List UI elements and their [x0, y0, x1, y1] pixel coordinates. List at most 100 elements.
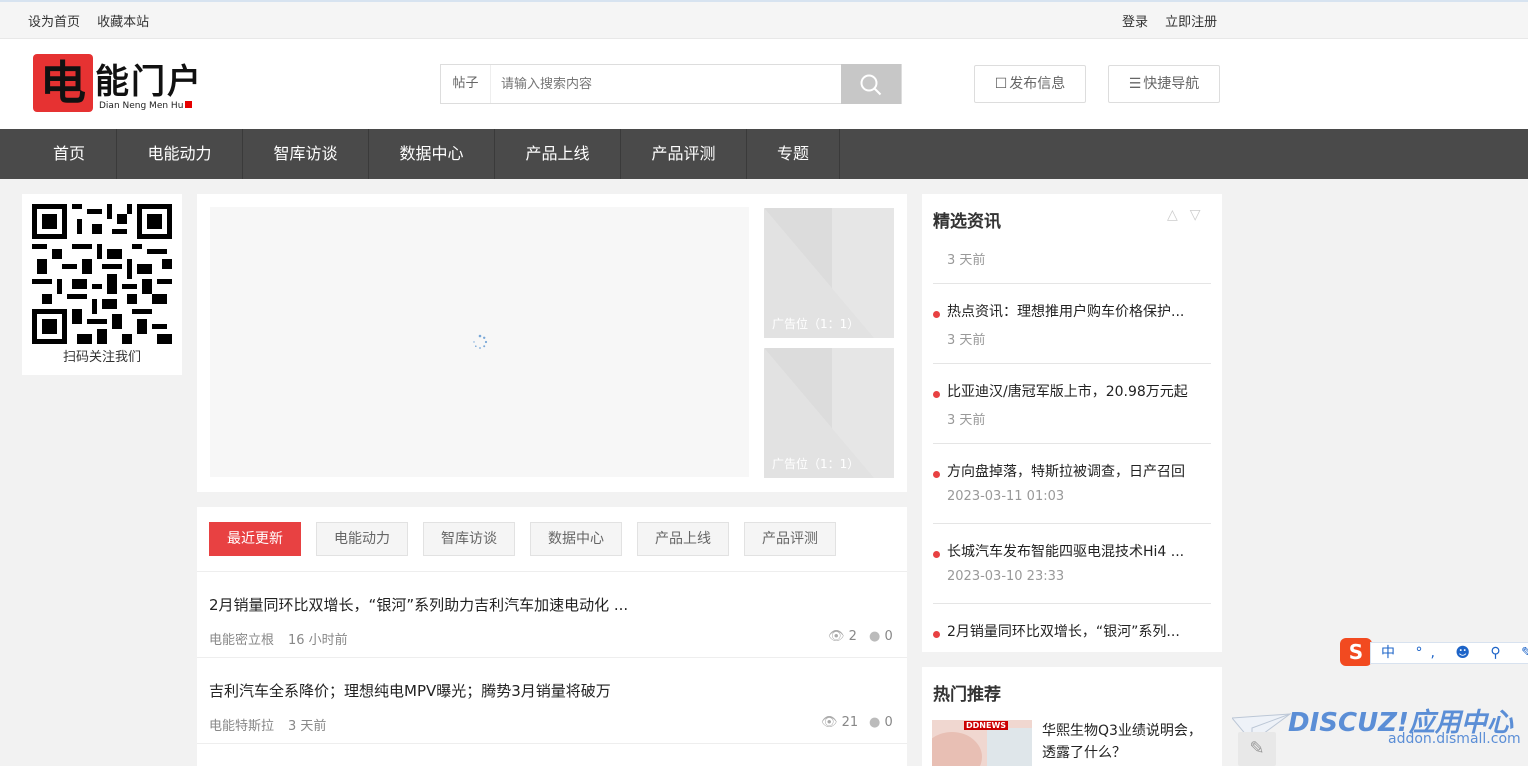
views-count: 21	[841, 715, 859, 730]
search-box: 帖子	[440, 64, 902, 104]
nav-item-products[interactable]: 产品上线	[495, 129, 621, 179]
tab-power[interactable]: 电能动力	[316, 522, 408, 556]
register-link[interactable]: 立即注册	[1165, 15, 1217, 30]
ad-label: 广告位（1：1）	[772, 317, 860, 331]
discuz-watermark: DISCUZ!应用中心 addon.dismall.com ✎	[1232, 700, 1528, 766]
hot-title[interactable]: 华熙生物Q3业绩说明会，透露了什么？	[1042, 720, 1202, 764]
banner-slider: 广告位（1：1） 广告位（1：1）	[197, 194, 907, 492]
qr-card: 扫码关注我们	[22, 194, 182, 375]
thumbnail-device	[987, 728, 1032, 766]
nav-item-topics[interactable]: 专题	[747, 129, 840, 179]
discuz-url: addon.dismall.com	[1388, 731, 1521, 747]
nav-item-power[interactable]: 电能动力	[117, 129, 243, 179]
news-title[interactable]: 2月销量同环比双增长，“银河”系列...	[947, 621, 1180, 641]
tab-products[interactable]: 产品上线	[637, 522, 729, 556]
article-views: 👁 2	[828, 629, 857, 644]
ime-icon-bar[interactable]: 中 °, ☻ ⚲ ✎ ▦ ♣	[1370, 642, 1528, 664]
article-author[interactable]: 电能密立根	[209, 629, 274, 648]
list-item: 3 天前	[933, 204, 1211, 284]
news-title[interactable]: 方向盘掉落，特斯拉被调查，日产召回	[947, 461, 1185, 481]
news-date: 3 天前	[947, 333, 986, 348]
ad-slot-1[interactable]: 广告位（1：1）	[764, 208, 894, 338]
news-title[interactable]: 比亚迪汉/唐冠军版上市，20.98万元起	[947, 381, 1188, 401]
logo-text: 能门户	[95, 62, 203, 102]
comment-icon: ●	[869, 629, 881, 644]
search-input[interactable]	[492, 65, 842, 103]
nav-item-reviews[interactable]: 产品评测	[621, 129, 747, 179]
list-item: 热点资讯：理想推用户购车价格保护... 3 天前	[933, 284, 1211, 364]
logo-subtitle-text: Dian Neng Men Hu	[99, 101, 184, 111]
bullet-dot	[933, 391, 940, 398]
loading-spinner-icon	[473, 334, 488, 349]
hot-recommend-panel: 热门推荐 DDNEWS 华熙生物Q3业绩说明会，透露了什么？	[922, 667, 1222, 766]
views-count: 2	[848, 629, 857, 644]
ad-label: 广告位（1：1）	[772, 457, 860, 471]
thumbnail-badge: DDNEWS	[964, 721, 1009, 730]
nav-item-data[interactable]: 数据中心	[369, 129, 495, 179]
ime-toolbar: S 中 °, ☻ ⚲ ✎ ▦ ♣	[1340, 638, 1528, 668]
top-accent-line	[0, 0, 1528, 2]
news-date: 3 天前	[947, 413, 986, 428]
set-home-link[interactable]: 设为首页	[28, 15, 80, 30]
comments-count: 0	[884, 715, 893, 730]
edit-icon: ☐	[994, 76, 1008, 92]
tab-interviews[interactable]: 智库访谈	[423, 522, 515, 556]
top-bar: 设为首页 收藏本站 登录 立即注册	[0, 0, 1528, 39]
eye-icon: 👁	[821, 715, 838, 730]
bullet-dot	[933, 631, 940, 638]
ad-slot-2[interactable]: 广告位（1：1）	[764, 348, 894, 478]
header: 电 能门户 Dian Neng Men Hu 帖子 ☐发布信息 ☰快捷导航	[0, 39, 1528, 129]
category-tabs: 最近更新 电能动力 智库访谈 数据中心 产品上线 产品评测	[197, 507, 907, 572]
logo-mark: 电	[33, 54, 93, 112]
eye-icon: 👁	[828, 629, 845, 644]
main-nav: 首页 电能动力 智库访谈 数据中心 产品上线 产品评测 专题	[0, 129, 1528, 179]
floating-edit-icon[interactable]: ✎	[1238, 732, 1276, 766]
bookmark-link[interactable]: 收藏本站	[97, 15, 149, 30]
article-title[interactable]: 吉利汽车全系降价；理想纯电MPV曝光；腾势3月销量将破万	[209, 680, 611, 701]
news-title[interactable]: 长城汽车发布智能四驱电混技术Hi4 ...	[947, 541, 1184, 561]
news-date: 2023-03-11 01:03	[947, 489, 1065, 504]
featured-news-panel: 精选资讯 △▽ 3 天前 热点资讯：理想推用户购车价格保护... 3 天前 比亚…	[922, 194, 1222, 652]
qr-caption: 扫码关注我们	[62, 350, 141, 365]
bullet-dot	[933, 551, 940, 558]
article-comments: ● 0	[869, 629, 893, 644]
hot-thumbnail[interactable]: DDNEWS	[932, 720, 1032, 766]
bullet-dot	[933, 471, 940, 478]
list-item: 比亚迪汉/唐冠军版上市，20.98万元起 3 天前	[933, 364, 1211, 444]
article-comments: ● 0	[869, 715, 893, 730]
news-title[interactable]: 热点资讯：理想推用户购车价格保护...	[947, 301, 1184, 321]
article-list-panel: 最近更新 电能动力 智库访谈 数据中心 产品上线 产品评测 2月销量同环比双增长…	[197, 507, 907, 766]
comment-icon: ●	[869, 715, 881, 730]
news-date: 3 天前	[947, 253, 986, 268]
article-time: 16 小时前	[288, 633, 348, 648]
list-item: 2月销量同环比双增长，“银河”系列助力吉利汽车加速电动化 ... 电能密立根 1…	[197, 572, 907, 658]
hot-heading: 热门推荐	[933, 685, 1001, 705]
list-item: 长城汽车发布智能四驱电混技术Hi4 ... 2023-03-10 23:33	[933, 524, 1211, 604]
quick-nav-button[interactable]: ☰ 快捷导航	[1108, 65, 1220, 103]
nav-item-home[interactable]: 首页	[22, 129, 117, 179]
qr-code	[32, 204, 172, 344]
article-author[interactable]: 电能特斯拉	[209, 715, 274, 734]
article-title[interactable]: 2月销量同环比双增长，“银河”系列助力吉利汽车加速电动化 ...	[209, 594, 628, 615]
sogou-logo-icon[interactable]: S	[1340, 638, 1372, 666]
search-type-select[interactable]: 帖子	[441, 65, 491, 103]
publish-button[interactable]: ☐ 发布信息	[974, 65, 1086, 103]
publish-label: 发布信息	[1009, 76, 1066, 92]
search-icon	[860, 74, 882, 96]
tab-recent[interactable]: 最近更新	[209, 522, 301, 556]
news-date: 2023-03-10 23:33	[947, 569, 1065, 584]
tab-data[interactable]: 数据中心	[530, 522, 622, 556]
article-views: 👁 21	[821, 715, 858, 730]
search-button[interactable]	[841, 64, 901, 104]
login-link[interactable]: 登录	[1122, 15, 1148, 30]
logo-subtitle: Dian Neng Men Hu	[99, 101, 193, 111]
list-item: 吉利汽车全系降价；理想纯电MPV曝光；腾势3月销量将破万 电能特斯拉 3 天前 …	[197, 658, 907, 744]
list-icon: ☰	[1128, 76, 1142, 92]
quick-nav-label: 快捷导航	[1143, 76, 1200, 92]
comments-count: 0	[884, 629, 893, 644]
article-time: 3 天前	[288, 719, 327, 734]
tab-reviews[interactable]: 产品评测	[744, 522, 836, 556]
site-logo[interactable]: 电 能门户 Dian Neng Men Hu	[33, 54, 208, 116]
main-banner[interactable]	[210, 207, 749, 477]
nav-item-interviews[interactable]: 智库访谈	[243, 129, 369, 179]
